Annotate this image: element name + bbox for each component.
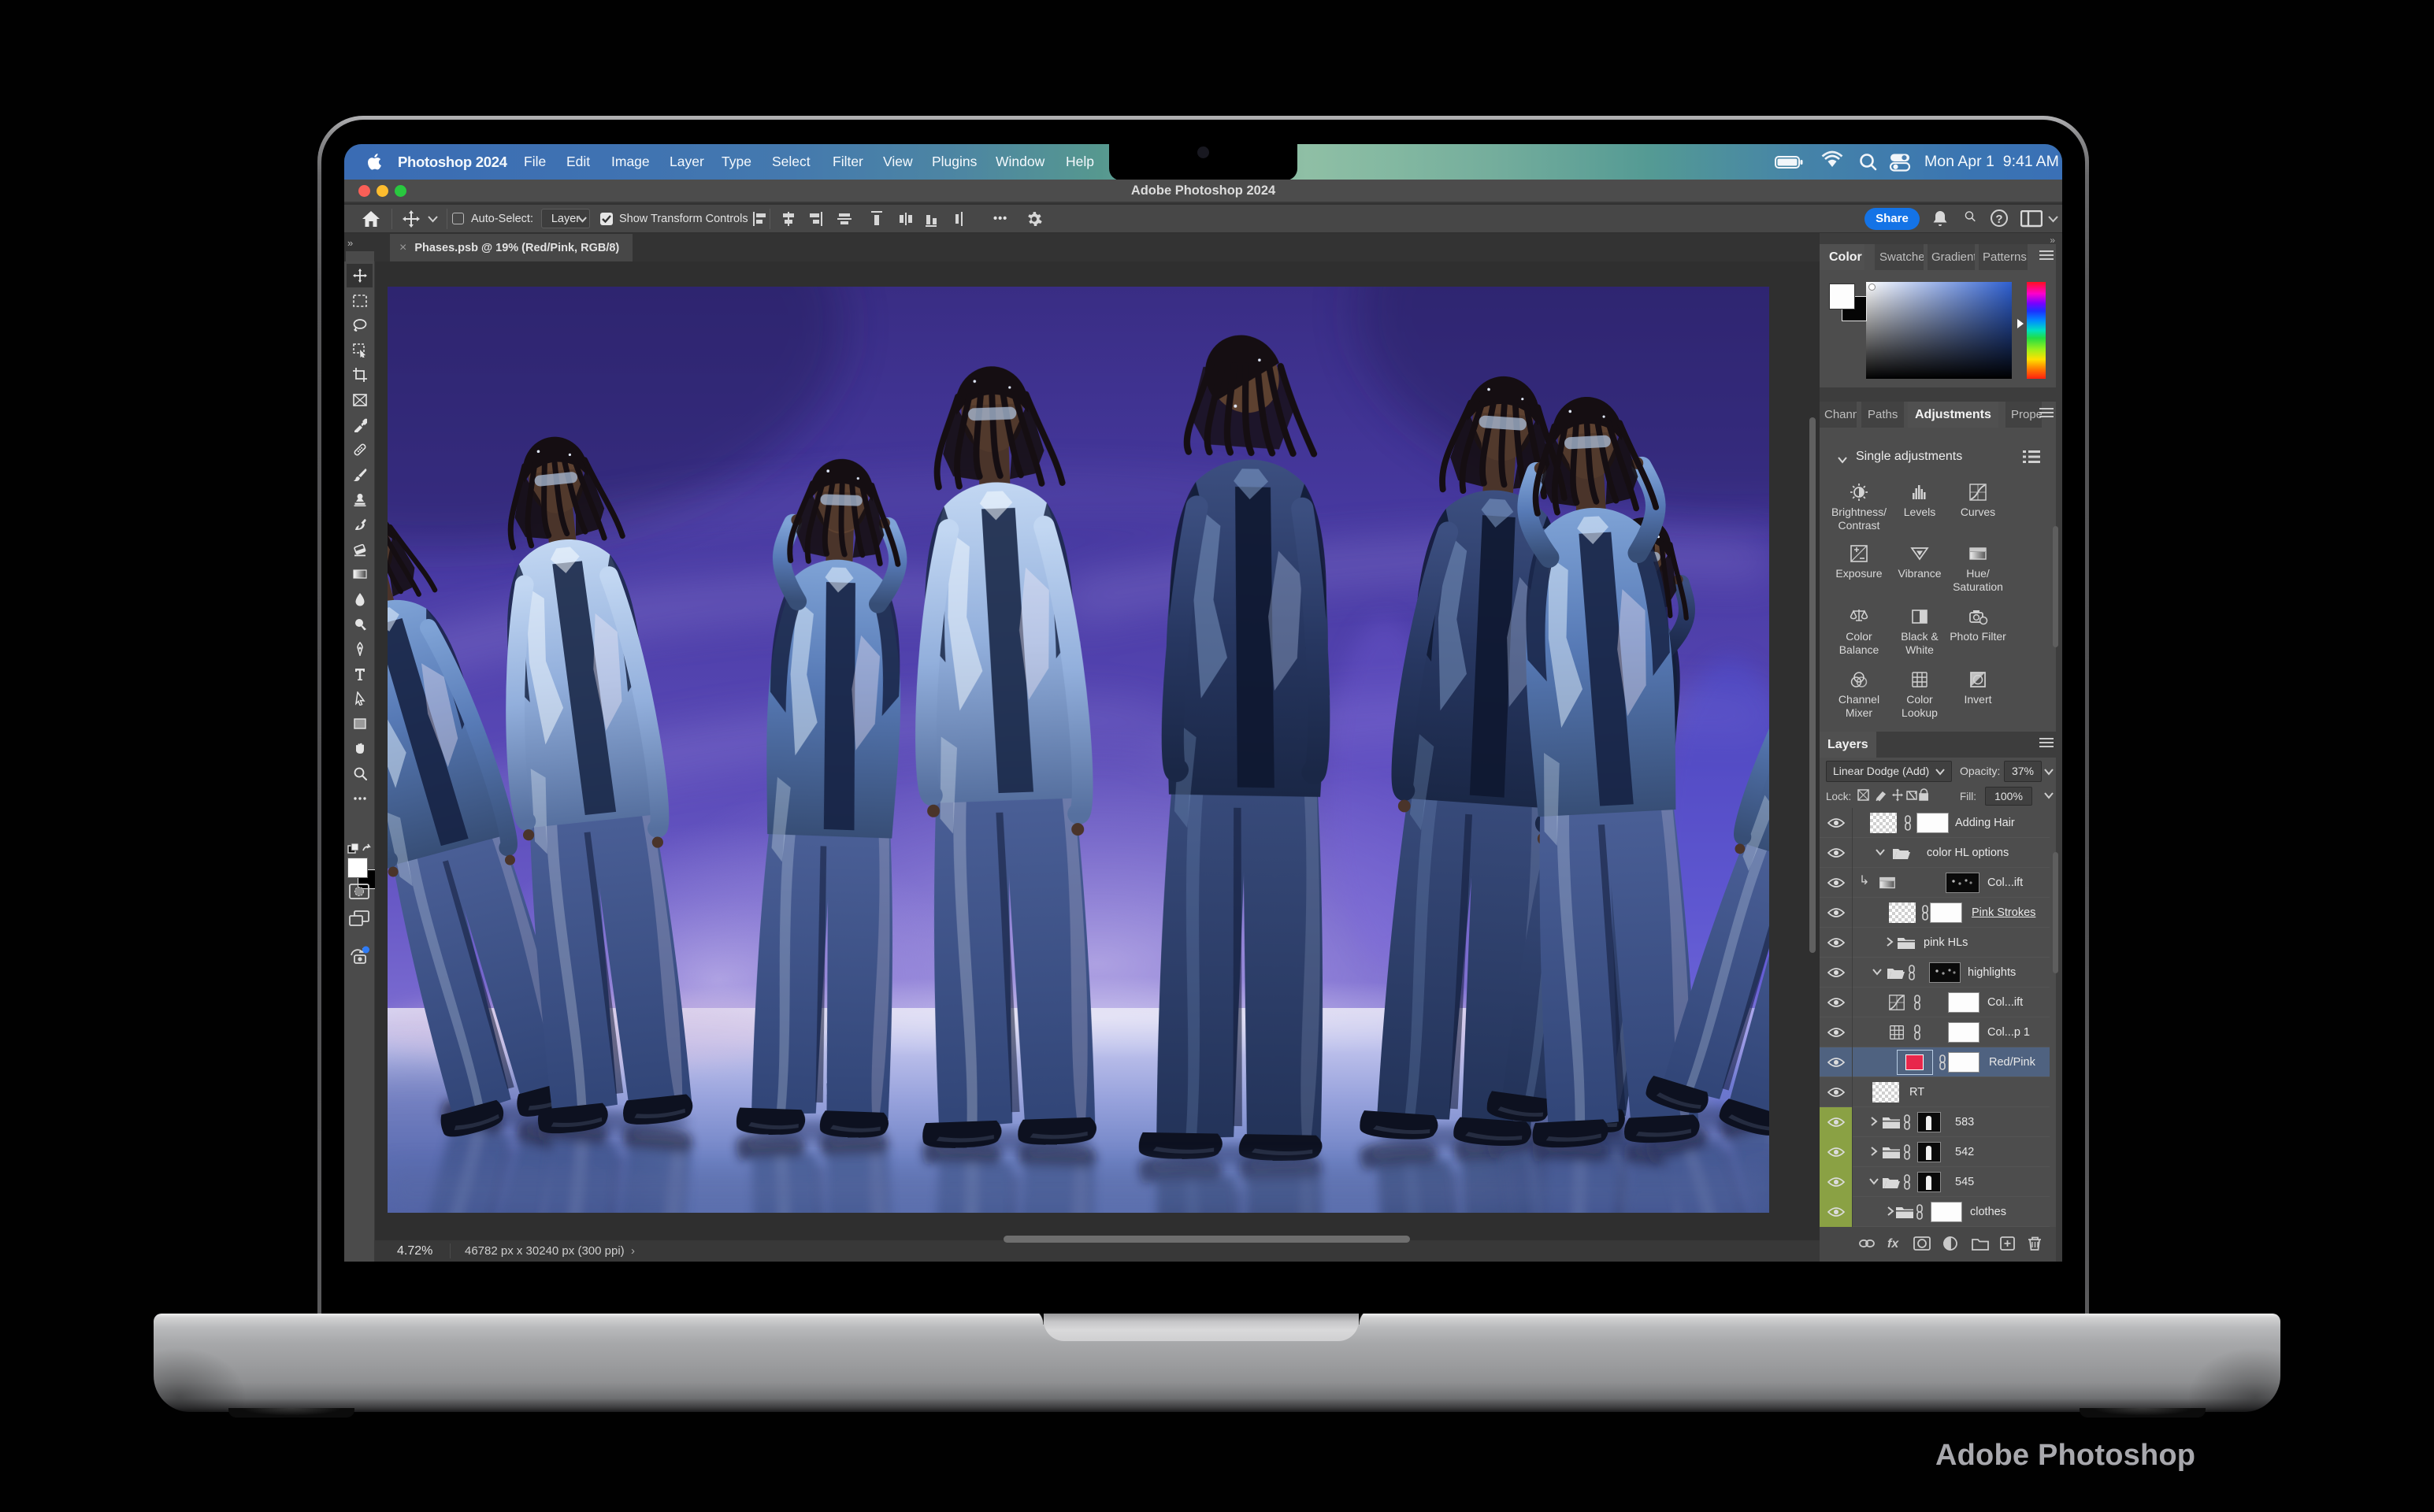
svg-text:fx: fx bbox=[1887, 1237, 1899, 1251]
